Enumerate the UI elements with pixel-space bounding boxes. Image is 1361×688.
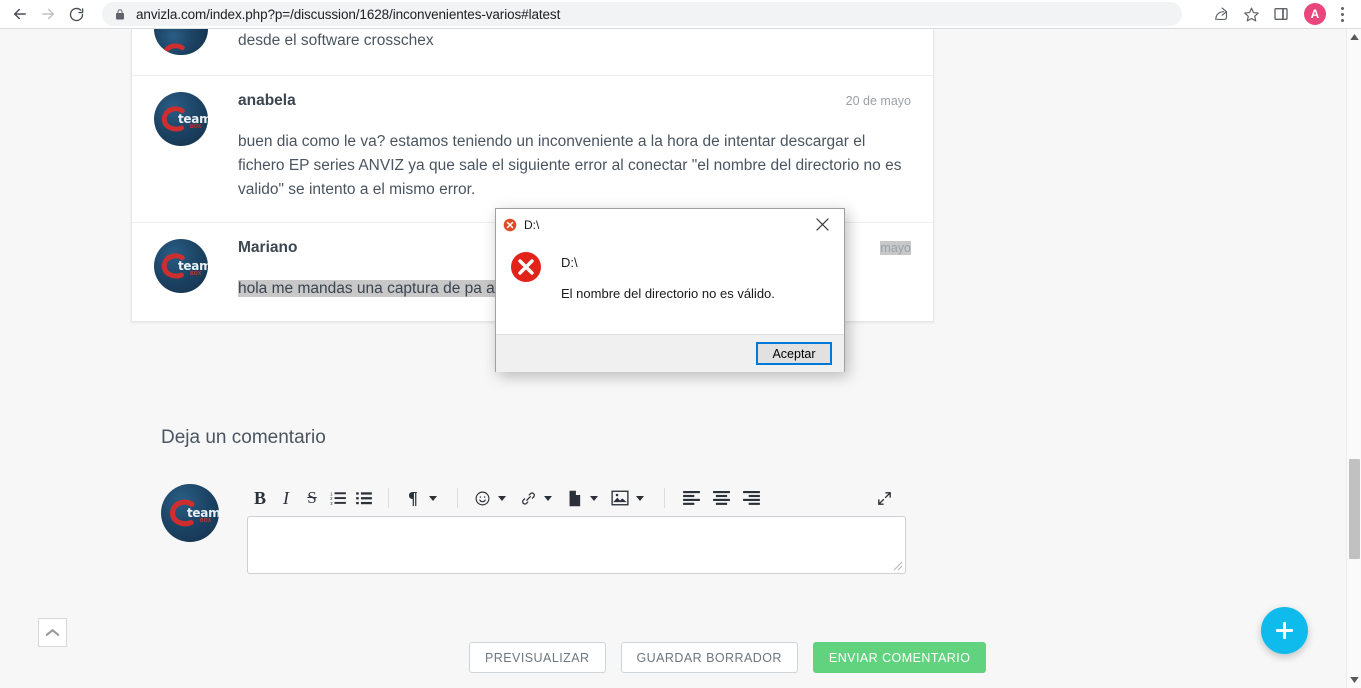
rich-text-editor: B I S 1 2 3 ¶ xyxy=(247,484,906,574)
scrollbar-thumb[interactable] xyxy=(1349,459,1360,559)
selected-text: hola me mandas una captura de pa a Base. xyxy=(238,280,539,297)
composer-actions: PREVISUALIZAR GUARDAR BORRADOR ENVIAR CO… xyxy=(469,642,987,673)
bookmark-star-icon[interactable] xyxy=(1236,0,1266,28)
dialog-message-text: El nombre del directorio no es válido. xyxy=(561,286,775,301)
scroll-to-top-button[interactable] xyxy=(38,618,67,647)
error-dialog: D:\ D:\ El nombre del directorio no es v… xyxy=(495,208,845,372)
chevron-down-icon[interactable] xyxy=(544,495,552,501)
accept-button[interactable]: Aceptar xyxy=(756,342,832,365)
comment-date: 20 de mayo xyxy=(845,94,911,108)
paragraph-format-icon[interactable]: ¶ xyxy=(400,485,426,511)
comment-text: desde el software crosschex xyxy=(238,32,434,49)
lock-icon xyxy=(114,8,126,21)
avatar: team BOX xyxy=(154,239,208,293)
dialog-title-text: D:\ xyxy=(524,217,540,232)
ordered-list-icon[interactable]: 1 2 3 xyxy=(325,485,351,511)
comment-body: desde el software crosschex xyxy=(238,29,911,55)
share-icon[interactable] xyxy=(1206,0,1236,28)
preview-button[interactable]: PREVISUALIZAR xyxy=(469,642,606,673)
browser-toolbar: anvizla.com/index.php?p=/discussion/1628… xyxy=(0,0,1361,28)
file-icon[interactable] xyxy=(561,485,587,511)
svg-text:3: 3 xyxy=(330,501,333,505)
comment-item: desde el software crosschex xyxy=(132,29,933,76)
comment-textarea[interactable] xyxy=(247,516,906,574)
comment-date: mayo xyxy=(880,241,911,255)
address-bar[interactable]: anvizla.com/index.php?p=/discussion/1628… xyxy=(102,2,1182,26)
error-icon-small xyxy=(503,218,517,232)
align-right-icon[interactable] xyxy=(736,485,766,511)
emoji-icon[interactable] xyxy=(469,485,495,511)
comment-body: anabela 20 de mayo buen dia como le va? … xyxy=(238,92,911,202)
toolbar-divider xyxy=(388,488,389,508)
expand-icon[interactable] xyxy=(871,485,897,511)
dialog-path-text: D:\ xyxy=(561,255,578,270)
close-icon[interactable] xyxy=(800,209,844,240)
dialog-footer: Aceptar xyxy=(496,334,844,372)
align-left-icon[interactable] xyxy=(676,485,706,511)
error-icon-large xyxy=(510,251,542,334)
logo-sub-text: BOX xyxy=(190,124,202,130)
logo-sub-text: BOX xyxy=(190,271,202,277)
align-center-icon[interactable] xyxy=(706,485,736,511)
chevron-down-icon[interactable] xyxy=(429,495,437,501)
link-icon[interactable] xyxy=(515,485,541,511)
image-icon[interactable] xyxy=(607,485,633,511)
editor-toolbar: B I S 1 2 3 ¶ xyxy=(247,484,906,516)
avatar: team BOX xyxy=(161,484,219,542)
plus-icon xyxy=(1283,622,1286,639)
address-bar-text: anvizla.com/index.php?p=/discussion/1628… xyxy=(136,6,561,22)
page-scrollbar[interactable] xyxy=(1346,29,1361,688)
chevron-up-icon xyxy=(45,629,60,636)
logo-c-icon xyxy=(161,43,185,55)
bold-icon[interactable]: B xyxy=(247,485,273,511)
strikethrough-icon[interactable]: S xyxy=(299,485,325,511)
chrome-menu-icon[interactable] xyxy=(1331,0,1353,28)
reload-button[interactable] xyxy=(62,0,90,28)
scrollbar-down-arrow[interactable] xyxy=(1347,672,1361,688)
dialog-messages: D:\ El nombre del directorio no es válid… xyxy=(561,251,775,334)
italic-icon[interactable]: I xyxy=(273,485,299,511)
comment-author[interactable]: Mariano xyxy=(238,239,297,257)
save-draft-button[interactable]: GUARDAR BORRADOR xyxy=(620,642,798,673)
toolbar-divider xyxy=(664,488,665,508)
scrollbar-up-arrow[interactable] xyxy=(1347,29,1361,45)
side-panel-icon[interactable] xyxy=(1266,0,1296,28)
composer-heading: Deja un comentario xyxy=(161,427,326,448)
resize-grip-icon[interactable] xyxy=(893,561,903,571)
dialog-content: D:\ El nombre del directorio no es válid… xyxy=(496,240,844,334)
logo-sub-text: BOX xyxy=(200,518,212,524)
forward-button[interactable] xyxy=(34,0,62,28)
chevron-down-icon[interactable] xyxy=(590,495,598,501)
comment-author[interactable]: anabela xyxy=(238,92,296,110)
comment-composer: team BOX B I S 1 2 3 ¶ xyxy=(161,484,906,574)
chevron-down-icon[interactable] xyxy=(498,495,506,501)
browser-actions: A xyxy=(1206,0,1361,28)
new-discussion-fab[interactable] xyxy=(1261,607,1308,654)
chevron-down-icon[interactable] xyxy=(636,495,644,501)
comment-text: buen dia como le va? estamos teniendo un… xyxy=(238,133,902,198)
back-button[interactable] xyxy=(6,0,34,28)
submit-comment-button[interactable]: ENVIAR COMENTARIO xyxy=(812,642,987,673)
profile-avatar[interactable]: A xyxy=(1304,3,1326,25)
comment-header: anabela 20 de mayo xyxy=(238,92,911,110)
avatar xyxy=(154,29,208,55)
avatar: team BOX xyxy=(154,92,208,146)
toolbar-divider xyxy=(457,488,458,508)
toolbar-divider xyxy=(0,28,1361,29)
comment-item: team BOX anabela 20 de mayo buen dia com… xyxy=(132,76,933,223)
dialog-titlebar[interactable]: D:\ xyxy=(496,209,844,240)
unordered-list-icon[interactable] xyxy=(351,485,377,511)
